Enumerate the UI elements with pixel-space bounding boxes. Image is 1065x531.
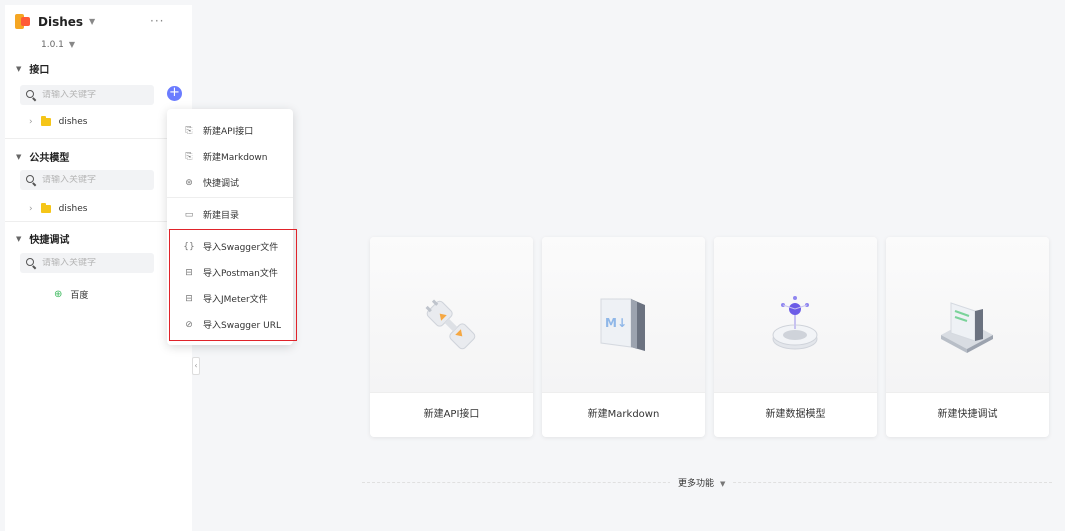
svg-text:M↓: M↓ (605, 316, 627, 330)
chevron-down-icon: ▼ (68, 40, 76, 49)
interfaces-search (20, 85, 154, 105)
app-root: Dishes ▼ ··· 1.0.1 ▼ ▼ 接口 + › dishes ▼ 公共… (0, 0, 1065, 531)
section-title: 接口 (29, 65, 50, 76)
menu-item-new-folder[interactable]: ▭ 新建目录 (183, 208, 240, 222)
folder-icon (40, 203, 51, 213)
document-stack-icon (941, 302, 993, 353)
card-new-quick-debug[interactable]: 新建快捷调试 (886, 237, 1049, 437)
version-label: 1.0.1 (41, 40, 64, 50)
chevron-right-icon: › (29, 204, 33, 214)
section-title: 公共模型 (29, 153, 70, 164)
markdown-document-icon: M↓ (600, 298, 645, 351)
menu-item-new-markdown[interactable]: ⎘ 新建Markdown (183, 150, 268, 164)
chevron-right-icon: › (29, 117, 33, 127)
tree-folder-dishes-models[interactable]: › dishes (29, 203, 88, 214)
project-logo-icon (15, 14, 30, 29)
menu-item-label: 新建Markdown (203, 153, 268, 163)
sidebar-collapse-handle[interactable]: ‹ (192, 357, 200, 375)
card-new-markdown[interactable]: M↓ 新建Markdown (542, 237, 705, 437)
more-functions-label: 更多功能 (678, 479, 715, 489)
menu-item-label: 新建API接口 (203, 127, 254, 137)
card-label: 新建Markdown (587, 409, 660, 420)
more-functions-toggle[interactable]: 更多功能 ▼ (670, 476, 734, 489)
card-new-api[interactable]: 新建API接口 (370, 237, 533, 437)
section-title: 快捷调试 (29, 235, 70, 246)
quick-debug-item-label: 百度 (70, 291, 89, 301)
more-options-icon[interactable]: ··· (150, 14, 164, 28)
divider (5, 221, 187, 222)
new-file-icon: ⎘ (185, 151, 193, 162)
folder-label: dishes (58, 204, 88, 214)
plug-connector-icon (425, 299, 476, 350)
section-models[interactable]: ▼ 公共模型 (16, 149, 70, 165)
interfaces-search-input[interactable] (42, 90, 142, 100)
section-quick-debug[interactable]: ▼ 快捷调试 (16, 231, 70, 247)
quick-debug-search (20, 253, 154, 273)
collapse-triangle-icon: ▼ (16, 64, 22, 73)
models-search (20, 170, 154, 190)
new-file-icon: ⎘ (185, 125, 193, 136)
folder-icon (40, 116, 51, 126)
version-selector[interactable]: 1.0.1 ▼ (41, 40, 75, 50)
card-divider (370, 392, 533, 393)
tree-folder-dishes[interactable]: › dishes (29, 116, 88, 127)
divider (5, 138, 187, 139)
folder-label: dishes (58, 117, 88, 127)
folder-add-icon: ▭ (184, 209, 194, 220)
card-divider (714, 392, 877, 393)
menu-item-label: 新建目录 (203, 211, 240, 221)
project-selector[interactable]: Dishes ▼ (15, 14, 95, 29)
chevron-down-icon: ▼ (720, 480, 726, 488)
menu-item-label: 快捷调试 (203, 179, 240, 189)
card-label: 新建API接口 (423, 409, 480, 420)
collapse-triangle-icon: ▼ (16, 234, 22, 243)
card-divider (886, 392, 1049, 393)
card-divider (542, 392, 705, 393)
section-interfaces[interactable]: ▼ 接口 (16, 61, 50, 77)
data-model-icon (772, 296, 818, 350)
card-label: 新建快捷调试 (937, 409, 998, 420)
highlight-box (169, 229, 297, 341)
search-icon (26, 175, 37, 187)
collapse-triangle-icon: ▼ (16, 152, 22, 161)
add-button[interactable]: + (167, 86, 182, 101)
card-new-data-model[interactable]: 新建数据模型 (714, 237, 877, 437)
project-name: Dishes (38, 14, 84, 29)
chevron-down-icon: ▼ (89, 17, 96, 26)
models-search-input[interactable] (42, 175, 142, 185)
quick-debug-search-input[interactable] (42, 258, 142, 268)
menu-divider (167, 197, 293, 198)
search-icon (26, 258, 37, 270)
globe-icon: ⊕ (54, 289, 63, 300)
card-label: 新建数据模型 (765, 409, 826, 420)
menu-item-quick-debug[interactable]: ⊛ 快捷调试 (183, 176, 240, 190)
quick-debug-item[interactable]: ⊕ 百度 (54, 288, 88, 301)
search-icon (26, 90, 37, 102)
menu-item-new-api[interactable]: ⎘ 新建API接口 (183, 124, 254, 138)
compass-icon: ⊛ (185, 177, 193, 188)
